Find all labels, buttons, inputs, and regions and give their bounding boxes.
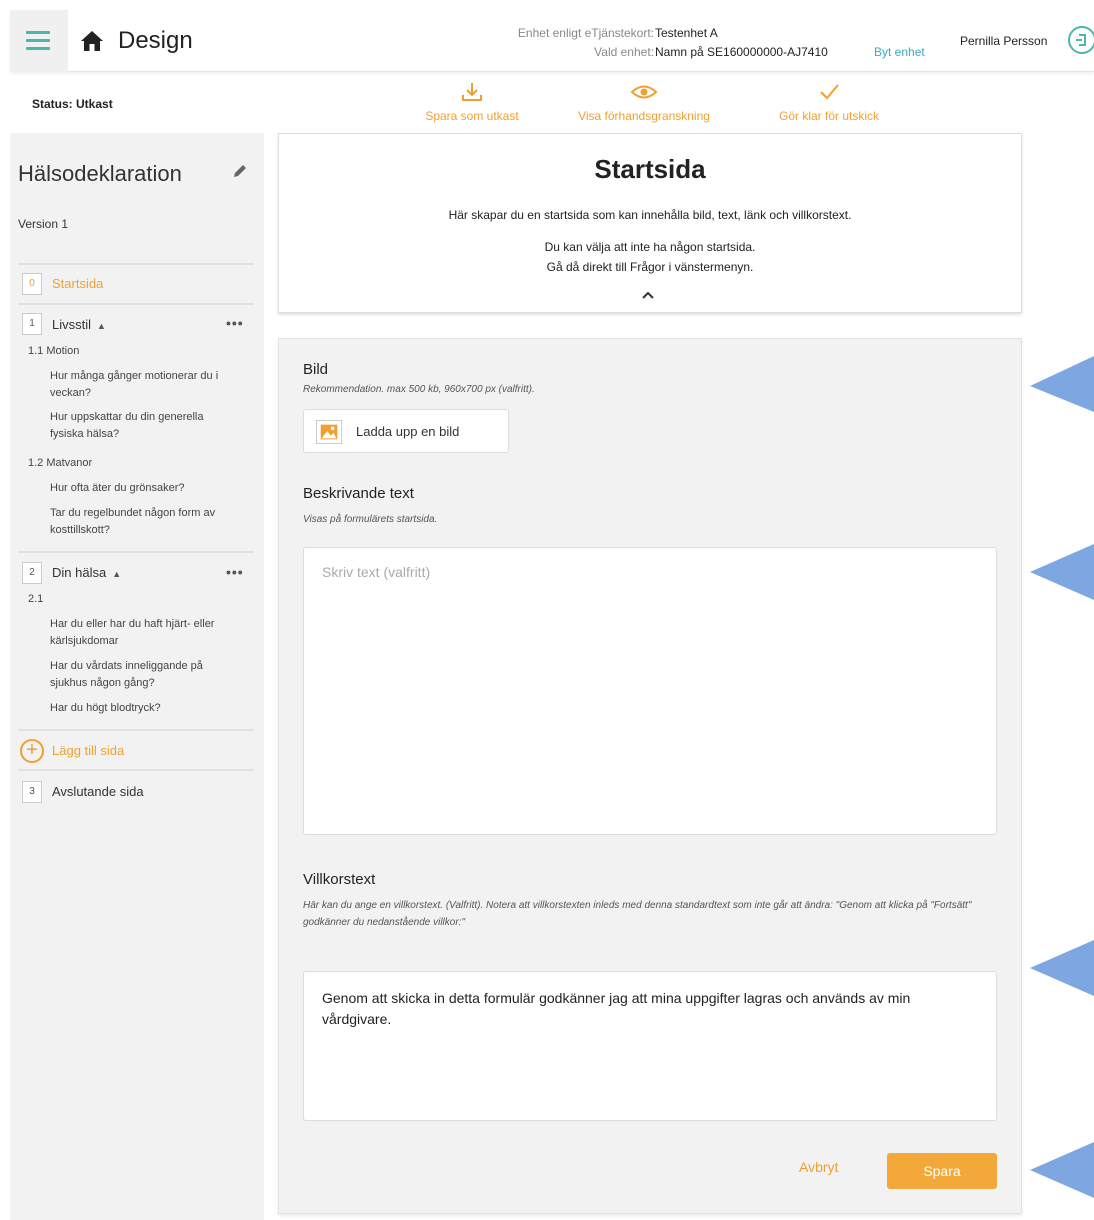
callout-pointer: [1030, 940, 1094, 996]
preview-button[interactable]: Visa förhandsgranskning: [564, 81, 724, 127]
save-button[interactable]: Spara: [887, 1153, 997, 1189]
status-text: Status: Utkast: [32, 97, 113, 111]
divider: [18, 263, 254, 265]
sidebar-item-avslutande-sida[interactable]: Avslutande sida: [52, 784, 144, 799]
upload-image-label: Ladda upp en bild: [356, 424, 460, 439]
save-draft-label: Spara som utkast: [425, 109, 519, 123]
question-item[interactable]: Hur ofta äter du grönsaker?: [50, 480, 230, 497]
top-bar: Design Enhet enligt eTjänstekort: Testen…: [10, 10, 1094, 72]
publish-ready-label: Gör klar för utskick: [778, 109, 880, 123]
sidebar-item-startsida[interactable]: Startsida: [52, 276, 103, 291]
user-name: Pernilla Persson: [960, 34, 1048, 48]
image-icon: [316, 420, 342, 444]
download-icon: [462, 83, 482, 101]
description-textarea[interactable]: [303, 547, 997, 835]
add-page-button[interactable]: Lägg till sida: [52, 743, 124, 758]
action-bar: Status: Utkast Spara som utkast Visa för…: [10, 75, 1094, 131]
page-badge: 0: [22, 273, 42, 295]
version-label: Version 1: [18, 217, 69, 231]
caret-up-icon: ▲: [112, 569, 122, 579]
terms-textarea[interactable]: Genom att skicka in detta formulär godkä…: [303, 971, 997, 1121]
chevron-up-icon[interactable]: [641, 290, 655, 300]
description-section-title: Beskrivande text: [303, 485, 414, 502]
sidebar-item-label: Livsstil: [52, 317, 92, 332]
page-badge: 3: [22, 781, 42, 803]
preview-label: Visa förhandsgranskning: [578, 109, 710, 123]
section-label: 1.1 Motion: [28, 345, 80, 357]
form-title: Hälsodeklaration: [18, 161, 182, 186]
callout-pointer: [1030, 544, 1094, 600]
question-item[interactable]: Tar du regelbundet någon form av kosttil…: [50, 505, 230, 539]
question-item[interactable]: Har du högt blodtryck?: [50, 700, 230, 717]
question-item[interactable]: Hur uppskattar du din generella fysiska …: [50, 409, 230, 443]
edit-panel: Bild Rekommendation. max 500 kb, 960x700…: [278, 338, 1022, 1214]
plus-icon[interactable]: +: [20, 739, 44, 763]
more-options-icon[interactable]: •••: [226, 564, 244, 580]
callout-pointer: [1030, 1142, 1094, 1198]
start-page-note: Du kan välja att inte ha någon startsida…: [544, 240, 756, 254]
terms-section-hint: Här kan du ange en villkorstext. (Valfri…: [303, 900, 972, 928]
sidebar-item-livsstil[interactable]: Livsstil ▲: [52, 317, 106, 332]
cancel-button[interactable]: Avbryt: [799, 1159, 838, 1175]
save-draft-button[interactable]: Spara som utkast: [412, 81, 532, 127]
description-section-hint: Visas på formulärets startsida.: [303, 514, 438, 525]
sidebar-item-din-halsa[interactable]: Din hälsa ▲: [52, 565, 121, 580]
start-page-title: Startsida: [594, 154, 706, 184]
app-title: Design: [118, 27, 193, 54]
switch-unit-link[interactable]: Byt enhet: [874, 45, 925, 59]
question-item[interactable]: Hur många gånger motionerar du i veckan?: [50, 368, 230, 402]
question-item[interactable]: Har du vårdats inneliggande på sjukhus n…: [50, 658, 230, 692]
terms-section-title: Villkorstext: [303, 871, 376, 888]
section-label: 2.1: [28, 593, 44, 605]
callout-pointer: [1030, 356, 1094, 412]
pencil-icon[interactable]: [232, 163, 248, 179]
page-badge: 1: [22, 313, 42, 335]
divider: [18, 769, 254, 771]
start-page-description: Här skapar du en startsida som kan inneh…: [448, 208, 852, 222]
unit-value-selected: Namn på SE160000000-AJ7410: [655, 45, 828, 59]
home-icon[interactable]: [80, 30, 104, 52]
start-page-note: Gå då direkt till Frågor i vänstermenyn.: [546, 260, 754, 274]
hamburger-icon: [26, 31, 50, 51]
sidebar: Hälsodeklaration Version 1 0 Startsida 1…: [10, 133, 264, 1220]
eye-icon: [630, 85, 658, 99]
question-item[interactable]: Har du eller har du haft hjärt- eller kä…: [50, 616, 230, 650]
section-label: 1.2 Matvanor: [28, 457, 93, 469]
menu-button[interactable]: [10, 10, 68, 72]
divider: [18, 729, 254, 731]
unit-value-etjanstekort: Testenhet A: [655, 26, 718, 40]
sidebar-item-label: Din hälsa: [52, 565, 107, 580]
divider: [18, 551, 254, 553]
divider: [18, 303, 254, 305]
image-section-title: Bild: [303, 361, 329, 378]
logout-icon[interactable]: [1068, 26, 1094, 54]
publish-ready-button[interactable]: Gör klar för utskick: [764, 81, 894, 127]
unit-label-etjanstekort: Enhet enligt eTjänstekort:: [517, 26, 654, 40]
start-page-card: Startsida Här skapar du en startsida som…: [278, 133, 1022, 313]
caret-up-icon: ▲: [97, 321, 106, 331]
unit-label-selected: Vald enhet:: [594, 45, 654, 59]
upload-image-button[interactable]: Ladda upp en bild: [303, 409, 509, 453]
page-badge: 2: [22, 562, 42, 584]
checkmark-icon: [820, 84, 839, 100]
image-section-hint: Rekommendation. max 500 kb, 960x700 px (…: [303, 384, 535, 395]
more-options-icon[interactable]: •••: [226, 315, 244, 331]
